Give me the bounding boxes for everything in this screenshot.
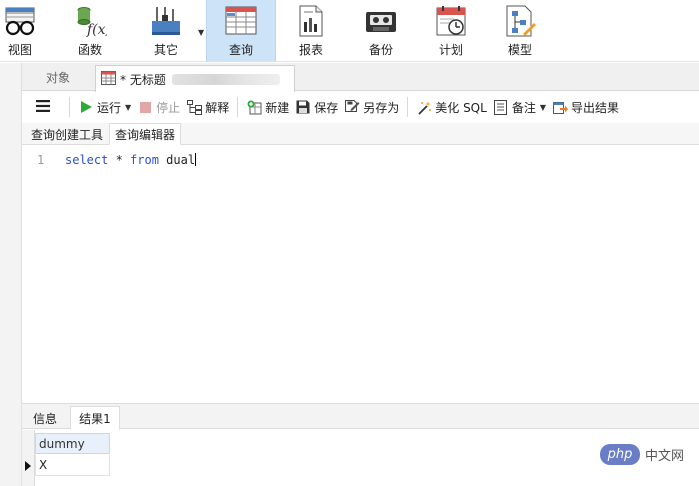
result-tabs: 信息 结果1 xyxy=(22,403,699,430)
beautify-sql-button[interactable]: 美化 SQL xyxy=(413,96,490,118)
sql-keyword-from: from xyxy=(130,153,159,167)
php-logo-badge: php xyxy=(600,444,640,465)
text-cursor xyxy=(195,153,197,166)
save-label: 保存 xyxy=(314,100,339,115)
tab-objects[interactable]: 对象 xyxy=(22,63,94,91)
sql-code-line[interactable]: select * from dual xyxy=(65,153,197,167)
beautify-sql-label: 美化 SQL xyxy=(435,100,487,115)
watermark: php 中文网 xyxy=(600,444,684,465)
tools-icon xyxy=(149,4,183,38)
tab-untitled-query[interactable]: * 无标题 xyxy=(95,65,295,92)
ribbon-model-label: 模型 xyxy=(507,43,532,57)
new-query-icon xyxy=(246,99,262,115)
comment-dropdown-caret-icon[interactable]: ▼ xyxy=(540,103,546,112)
explain-button[interactable]: 解释 xyxy=(183,96,232,118)
ribbon-view-label: 视图 xyxy=(7,43,32,57)
new-button[interactable]: 新建 xyxy=(243,96,292,118)
row-marker-column xyxy=(22,430,35,486)
ribbon-query-label: 查询 xyxy=(228,43,253,57)
comment-label: 备注 xyxy=(511,100,536,115)
save-as-label: 另存为 xyxy=(363,100,400,115)
query-toolbar: 运行 ▼ 停止 解释 新建 保存 另存为 美化 SQL 备注 ▼ 导出结果 xyxy=(22,92,699,122)
ribbon-schedule-label: 计划 xyxy=(438,43,463,57)
ribbon-other-button[interactable]: 其它 xyxy=(146,0,186,62)
save-as-button[interactable]: 另存为 xyxy=(341,96,402,118)
explain-tree-icon xyxy=(186,99,202,115)
new-label: 新建 xyxy=(265,100,290,115)
export-results-button[interactable]: 导出结果 xyxy=(549,96,622,118)
toolbar-separator xyxy=(69,97,70,117)
glasses-icon xyxy=(3,4,37,38)
column-header-dummy[interactable]: dummy xyxy=(35,433,110,454)
floppy-save-icon xyxy=(295,99,311,115)
schedule-calendar-icon xyxy=(434,4,468,38)
report-icon xyxy=(294,4,328,38)
query-tab-icon xyxy=(101,70,116,88)
ribbon-schedule-button[interactable]: 计划 xyxy=(431,0,471,62)
other-dropdown-caret-icon[interactable]: ▼ xyxy=(198,28,204,37)
save-as-icon xyxy=(344,99,360,115)
query-tab-title: * 无标题 xyxy=(120,72,166,87)
ribbon-report-button[interactable]: 报表 xyxy=(293,0,329,62)
stop-label: 停止 xyxy=(156,100,181,115)
tab-result1[interactable]: 结果1 xyxy=(70,406,120,430)
hamburger-icon xyxy=(36,99,50,115)
ribbon-query-button[interactable]: 查询 xyxy=(206,0,276,62)
play-icon xyxy=(78,99,94,115)
sql-table-name: dual xyxy=(158,153,196,167)
export-results-label: 导出结果 xyxy=(571,100,620,115)
query-table-icon xyxy=(224,4,258,38)
save-button[interactable]: 保存 xyxy=(292,96,341,118)
ribbon-view-button[interactable]: 视图 xyxy=(2,0,38,62)
note-icon xyxy=(493,99,509,115)
comment-button[interactable]: 备注 ▼ xyxy=(490,96,549,118)
sql-editor[interactable]: 1 select * from dual xyxy=(22,146,699,402)
ribbon-model-button[interactable]: 模型 xyxy=(500,0,540,62)
result-grid: dummy X xyxy=(22,430,699,486)
ribbon-backup-label: 备份 xyxy=(368,43,393,57)
export-icon xyxy=(552,99,568,115)
left-gutter xyxy=(0,63,22,486)
redacted-title-blur xyxy=(171,73,280,85)
svg-text:f(x): f(x) xyxy=(86,22,107,38)
model-diagram-icon xyxy=(503,4,537,38)
run-button[interactable]: 运行 ▼ xyxy=(75,96,134,118)
stop-button[interactable]: 停止 xyxy=(134,96,183,118)
watermark-text: 中文网 xyxy=(645,449,685,464)
ribbon-other-label: 其它 xyxy=(153,43,178,57)
main-ribbon: 视图 f(x) 函数 其它 ▼ xyxy=(0,0,699,62)
ribbon-backup-button[interactable]: 备份 xyxy=(361,0,401,62)
ribbon-report-label: 报表 xyxy=(298,43,323,57)
document-tab-bar: 对象 * 无标题 xyxy=(22,63,699,92)
ribbon-function-label: 函数 xyxy=(77,43,102,57)
run-label: 运行 xyxy=(97,100,122,115)
tab-query-editor[interactable]: 查询编辑器 xyxy=(109,123,181,145)
backup-tape-icon xyxy=(364,4,398,38)
sql-star: * xyxy=(108,153,131,167)
tab-query-builder[interactable]: 查询创建工具 xyxy=(28,123,106,145)
current-row-arrow-icon xyxy=(25,461,31,471)
tab-info[interactable]: 信息 xyxy=(25,406,65,430)
toolbar-separator xyxy=(407,97,409,117)
stop-icon xyxy=(137,99,153,115)
table-cell[interactable]: X xyxy=(35,455,110,476)
menu-button[interactable] xyxy=(22,96,64,118)
function-icon: f(x) xyxy=(73,4,107,38)
ribbon-function-button[interactable]: f(x) 函数 xyxy=(70,0,110,62)
query-mode-tabs: 查询创建工具 查询编辑器 xyxy=(22,123,699,145)
run-dropdown-caret-icon[interactable]: ▼ xyxy=(125,103,131,112)
line-number: 1 xyxy=(37,153,45,167)
explain-label: 解释 xyxy=(205,100,230,115)
toolbar-separator xyxy=(237,97,239,117)
magic-wand-icon xyxy=(416,99,432,115)
sql-keyword-select: select xyxy=(65,153,109,167)
